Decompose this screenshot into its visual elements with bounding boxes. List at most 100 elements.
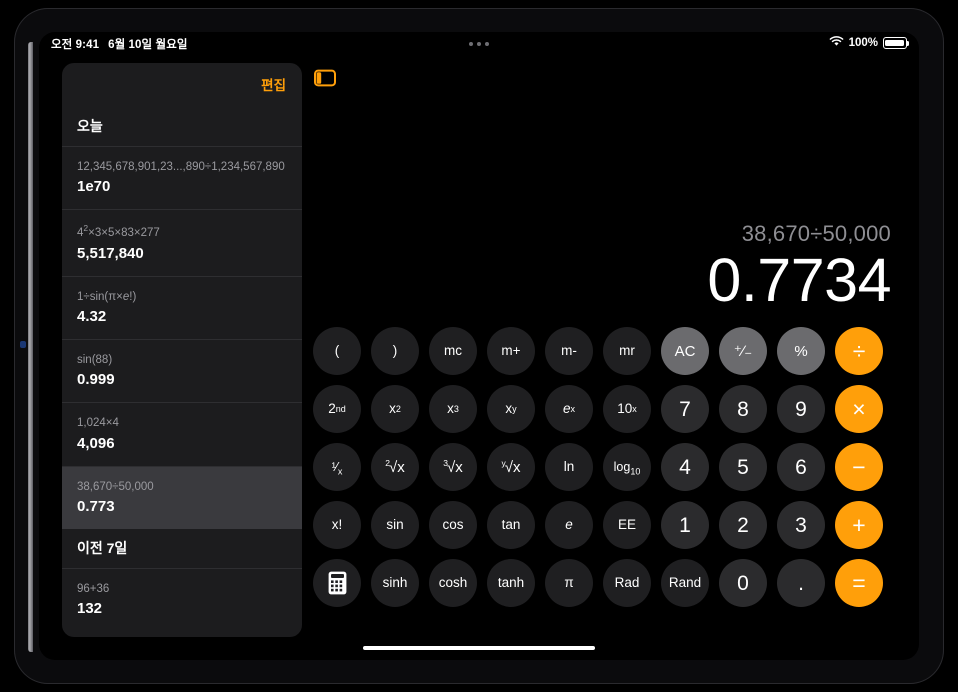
key-euler-constant[interactable]: e [545, 501, 593, 549]
key-hyperbolic-sine[interactable]: sinh [371, 559, 419, 607]
multitasking-ellipsis-icon[interactable] [39, 42, 919, 46]
key-second-function[interactable]: 2nd [313, 385, 361, 433]
sidebar-header: 편집 [62, 63, 302, 107]
key-natural-log[interactable]: ln [545, 443, 593, 491]
key-digit-9[interactable]: 9 [777, 385, 825, 433]
history-expression: 1,024×4 [77, 417, 119, 430]
key-sine[interactable]: sin [371, 501, 419, 549]
calculator-icon [328, 571, 346, 595]
history-list[interactable]: 오늘 12,345,678,901,23...,890÷1,234,567,890… [62, 107, 302, 631]
history-result: 4,096 [77, 434, 115, 452]
history-expression: 96+36 [77, 583, 110, 596]
history-expression: 1÷sin(π×e!) [77, 290, 137, 303]
sidebar-toggle-icon[interactable] [311, 64, 339, 92]
key-cosine[interactable]: cos [429, 501, 477, 549]
calculator-display: 38,670÷50,000 0.7734 [331, 221, 891, 315]
history-section-header: 오늘 [77, 118, 103, 134]
history-expression: 12,345,678,901,23...,890÷1,234,567,890 [77, 161, 285, 173]
key-hyperbolic-tangent[interactable]: tanh [487, 559, 535, 607]
ipad-screen: 오전 9:41 6월 10일 월요일 100% 편집 오늘 12,345,678… [39, 32, 919, 660]
key-digit-7[interactable]: 7 [661, 385, 709, 433]
key-x-to-the-y[interactable]: xy [487, 385, 535, 433]
key-factorial[interactable]: x! [313, 501, 361, 549]
key-digit-6[interactable]: 6 [777, 443, 825, 491]
history-sidebar: 편집 오늘 12,345,678,901,23...,890÷1,234,567,… [62, 63, 302, 637]
history-expression: 38,670÷50,000 [77, 480, 154, 493]
key-add[interactable]: + [835, 501, 883, 549]
key-open-paren[interactable]: ( [313, 327, 361, 375]
key-digit-3[interactable]: 3 [777, 501, 825, 549]
history-result: 0.999 [77, 371, 115, 389]
history-result: 5,517,840 [77, 244, 144, 262]
key-decimal-point[interactable]: . [777, 559, 825, 607]
key-ten-to-the-x[interactable]: 10 x [603, 385, 651, 433]
key-all-clear[interactable]: AC [661, 327, 709, 375]
edit-button[interactable]: 편집 [258, 72, 289, 96]
history-result: 132 [77, 600, 103, 618]
key-cube-root[interactable]: 3 √x [429, 443, 477, 491]
keypad-row: ¹⁄x 2 √x 3 √x y √x ln log10 4 5 6− [313, 443, 913, 491]
key-close-paren[interactable]: ) [371, 327, 419, 375]
keypad-row: 2nd x 2 x 3 x y e x 10 x 7 8 9 × [313, 385, 913, 433]
key-x-cubed[interactable]: x3 [429, 385, 477, 433]
key-tangent[interactable]: tan [487, 501, 535, 549]
key-equals[interactable]: = [835, 559, 883, 607]
key-x-squared[interactable]: x2 [371, 385, 419, 433]
history-row[interactable]: 1÷sin(π×e!) 4.32 [62, 277, 302, 339]
key-digit-1[interactable]: 1 [661, 501, 709, 549]
key-keypad-mode-icon[interactable] [313, 559, 361, 607]
key-digit-4[interactable]: 4 [661, 443, 709, 491]
history-row[interactable]: 42×3×5×83×277 5,517,840 [62, 210, 302, 275]
key-multiply[interactable]: × [835, 385, 883, 433]
history-result: 4.32 [77, 307, 107, 325]
status-bar-right: 100% [829, 36, 909, 50]
key-radian-mode[interactable]: Rad [603, 559, 651, 607]
display-expression: 38,670÷50,000 [741, 221, 891, 246]
home-indicator[interactable] [363, 646, 595, 650]
key-divide[interactable]: ÷ [835, 327, 883, 375]
key-pi-constant[interactable]: π [545, 559, 593, 607]
key-random-number[interactable]: Rand [661, 559, 709, 607]
calculator-keypad: () mc m+ m-mr AC ⁺∕₋% ÷ 2nd x 2 x 3 x y e x 10 x 7 8 9 × ¹⁄x 2 √… [313, 327, 913, 617]
device-left-edge [28, 42, 33, 652]
keypad-row: x! sin cos tan e EE 1 2 3 + [313, 501, 913, 549]
wifi-icon [829, 36, 844, 50]
key-hyperbolic-cosine[interactable]: cosh [429, 559, 477, 607]
history-row[interactable]: 96+36 132 [62, 569, 302, 631]
desk-background: 오전 9:41 6월 10일 월요일 100% 편집 오늘 12,345,678… [0, 0, 958, 692]
key-log-base-10[interactable]: log10 [603, 443, 651, 491]
ellipsis-dot [485, 42, 489, 46]
history-row[interactable]: 1,024×4 4,096 [62, 403, 302, 465]
history-expression: sin(88) [77, 353, 113, 366]
keypad-row: sinh cosh tanh π Rad Rand 0. = [313, 559, 913, 607]
battery-percent-label: 100% [848, 37, 878, 49]
history-row[interactable]: sin(88) 0.999 [62, 340, 302, 402]
key-memory-clear[interactable]: mc [429, 327, 477, 375]
key-subtract[interactable]: − [835, 443, 883, 491]
key-square-root[interactable]: 2 √x [371, 443, 419, 491]
history-section-header: 이전 7일 [77, 540, 128, 557]
history-expression: 42×3×5×83×277 [77, 223, 160, 240]
history-result: 1e70 [77, 178, 111, 196]
key-digit-2[interactable]: 2 [719, 501, 767, 549]
status-bar: 오전 9:41 6월 10일 월요일 100% [39, 32, 919, 58]
display-result: 0.7734 [707, 246, 891, 315]
key-percent[interactable]: % [777, 327, 825, 375]
key-digit-5[interactable]: 5 [719, 443, 767, 491]
key-e-to-the-x[interactable]: ex [545, 385, 593, 433]
history-result: 0.773 [77, 498, 115, 516]
keypad-row: () mc m+ m-mr AC ⁺∕₋% ÷ [313, 327, 913, 375]
key-digit-0[interactable]: 0 [719, 559, 767, 607]
battery-icon [883, 37, 909, 49]
key-digit-8[interactable]: 8 [719, 385, 767, 433]
ellipsis-dot [469, 42, 473, 46]
key-memory-add[interactable]: m+ [487, 327, 535, 375]
history-row[interactable]: 38,670÷50,000 0.773 [62, 466, 302, 530]
key-reciprocal[interactable]: ¹⁄x [313, 443, 361, 491]
key-memory-subtract[interactable]: m- [545, 327, 593, 375]
key-nth-root[interactable]: y √x [487, 443, 535, 491]
key-exponent-entry[interactable]: EE [603, 501, 651, 549]
key-memory-recall[interactable]: mr [603, 327, 651, 375]
key-sign-toggle[interactable]: ⁺∕₋ [719, 327, 767, 375]
history-row[interactable]: 12,345,678,901,23...,890÷1,234,567,890 1e… [62, 147, 302, 209]
